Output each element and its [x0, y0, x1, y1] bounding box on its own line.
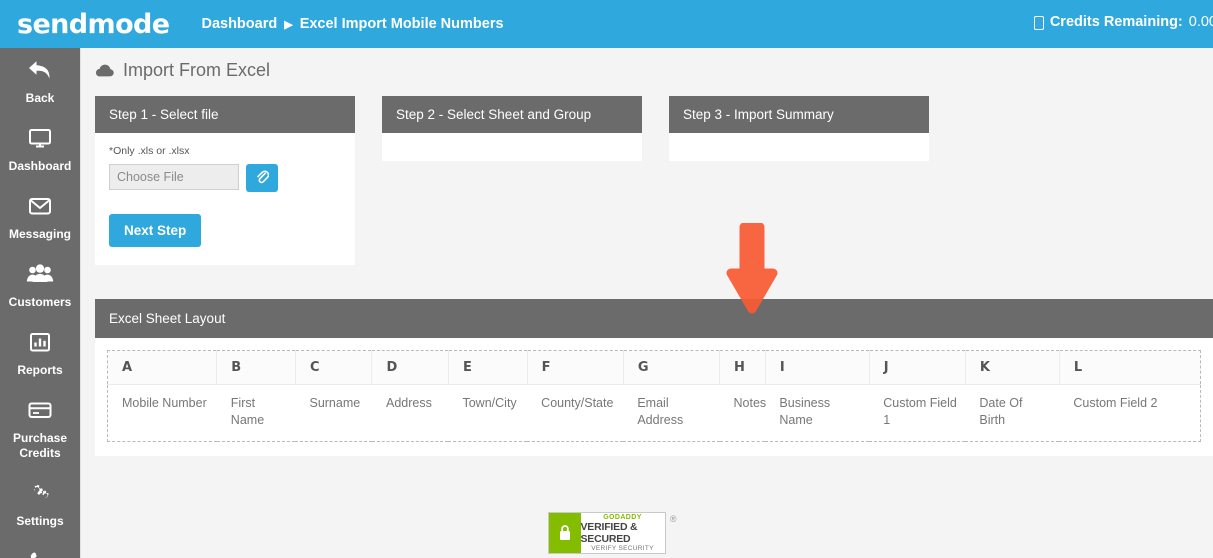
panel-step-1-body: *Only .xls or .xlsx Choose File Next Ste…	[95, 133, 355, 265]
file-type-hint: *Only .xls or .xlsx	[109, 145, 190, 157]
top-header-bar: sendmode Dashboard ▶ Excel Import Mobile…	[0, 0, 1213, 48]
choose-file-input[interactable]: Choose File	[109, 164, 239, 190]
sidebar-item-purchase-credits[interactable]: Purchase Credits	[0, 388, 80, 471]
footer: GODADDY VERIFIED & SECURED VERIFY SECURI…	[0, 512, 1213, 554]
panel-step-1: Step 1 - Select file *Only .xls or .xlsx…	[95, 96, 355, 265]
sidebar-item-label: Back	[25, 91, 55, 105]
page-title: Import From Excel	[81, 48, 1213, 81]
table-cell-field-d: Address	[371, 384, 449, 442]
table-column-header-i: I	[765, 350, 870, 385]
sidebar-item-back[interactable]: Back	[0, 48, 80, 116]
table-cell-field-c: Surname	[295, 384, 372, 442]
panel-step-3: Step 3 - Import Summary	[669, 96, 929, 265]
credits-remaining: Credits Remaining: 0.00	[1033, 14, 1213, 30]
table-row: Mobile Number First Name Surname Address Tow…	[107, 384, 1201, 442]
credit-card-icon	[2, 399, 78, 425]
panel-step-2: Step 2 - Select Sheet and Group	[382, 96, 642, 265]
table-cell-field-i: Business Name	[765, 384, 870, 442]
monitor-icon	[2, 127, 78, 153]
table-column-header-a: A	[107, 350, 218, 385]
sidebar-item-customers[interactable]: Customers	[0, 252, 80, 320]
breadcrumb-item-current: Excel Import Mobile Numbers	[299, 16, 504, 32]
sidebar-item-label: Reports	[17, 363, 63, 377]
table-cell-field-g: Email Address	[623, 384, 720, 442]
breadcrumb: Dashboard ▶ Excel Import Mobile Numbers	[201, 16, 503, 32]
gears-icon	[2, 482, 78, 508]
badge-line-2: VERIFIED & SECURED	[580, 521, 638, 545]
sidebar-item-reports[interactable]: Reports	[0, 320, 80, 388]
table-cell-field-j: Custom Field 1	[869, 384, 966, 442]
table-cell-field-k: Date Of Birth	[965, 384, 1060, 442]
credits-label: Credits Remaining:	[1049, 14, 1183, 30]
table-column-header-h: H	[719, 350, 766, 385]
attach-file-button[interactable]	[246, 164, 278, 192]
table-cell-field-h: Notes	[719, 384, 766, 442]
sidebar-item-label: Messaging	[8, 227, 71, 241]
table-cell-field-f: County/State	[527, 384, 624, 442]
breadcrumb-separator-icon: ▶	[284, 18, 293, 31]
table-column-header-g: G	[623, 350, 721, 385]
file-picker-row: Choose File	[109, 164, 341, 192]
excel-sheet-layout-body: ABCDEFGHIJKL Mobile Number First Name Surn…	[95, 338, 1213, 456]
sidebar-item-messaging[interactable]: Messaging	[0, 184, 80, 252]
excel-sheet-layout-title: Excel Sheet Layout	[95, 299, 1213, 338]
table-column-header-j: J	[869, 350, 966, 385]
brand-logo[interactable]: sendmode	[0, 9, 170, 40]
table-column-header-f: F	[527, 350, 624, 385]
back-arrow-icon	[2, 59, 78, 85]
badge-text: GODADDY VERIFIED & SECURED VERIFY SECURI…	[581, 513, 665, 553]
sidebar-item-label: Dashboard	[8, 159, 72, 173]
table-cell-field-a: Mobile Number	[107, 384, 217, 442]
app-root: sendmode Dashboard ▶ Excel Import Mobile…	[0, 0, 1213, 558]
table-column-header-d: D	[371, 350, 449, 385]
steps-row: Step 1 - Select file *Only .xls or .xlsx…	[81, 81, 1213, 265]
panel-step-1-title: Step 1 - Select file	[95, 96, 355, 133]
sidebar-item-dashboard[interactable]: Dashboard	[0, 116, 80, 184]
table-cell-field-e: Town/City	[448, 384, 528, 442]
bar-chart-icon	[2, 331, 78, 357]
next-step-button[interactable]: Next Step	[109, 214, 202, 247]
badge-line-3: VERIFY SECURITY	[591, 545, 654, 552]
panel-step-3-title: Step 3 - Import Summary	[669, 96, 929, 133]
registered-trademark-mark: ®	[669, 514, 677, 524]
envelope-icon	[2, 195, 78, 221]
panel-step-2-title: Step 2 - Select Sheet and Group	[382, 96, 642, 133]
users-icon	[2, 263, 78, 289]
badge-line-1: GODADDY	[603, 514, 642, 521]
cloud-upload-icon	[95, 63, 114, 78]
breadcrumb-item-dashboard[interactable]: Dashboard	[201, 16, 277, 32]
main-content: Import From Excel Step 1 - Select file *…	[81, 48, 1213, 558]
paperclip-icon	[255, 169, 270, 188]
tablet-icon	[1033, 16, 1044, 30]
excel-sheet-layout-panel: Excel Sheet Layout ABCDEFGHIJKL Mobile N…	[95, 299, 1213, 456]
table-column-header-l: L	[1059, 350, 1201, 385]
panel-step-3-body	[669, 133, 929, 161]
godaddy-security-badge[interactable]: GODADDY VERIFIED & SECURED VERIFY SECURI…	[547, 512, 677, 554]
credits-value: 0.00	[1188, 14, 1213, 30]
page-title-text: Import From Excel	[123, 60, 271, 80]
table-header-row: ABCDEFGHIJKL	[107, 350, 1201, 385]
sidebar-nav: Back Dashboard Messaging Customers Repor…	[0, 48, 81, 558]
panel-step-2-body	[382, 133, 642, 161]
table-column-header-c: C	[295, 350, 373, 385]
table-column-header-e: E	[448, 350, 528, 385]
table-cell-field-b: First Name	[216, 384, 296, 442]
excel-sheet-layout-table: ABCDEFGHIJKL Mobile Number First Name Surn…	[107, 350, 1201, 442]
table-column-header-b: B	[216, 350, 296, 385]
padlock-icon	[548, 513, 581, 553]
table-column-header-k: K	[965, 350, 1060, 385]
sidebar-item-label: Purchase Credits	[12, 431, 68, 460]
table-cell-field-l: Custom Field 2	[1059, 384, 1201, 442]
sidebar-item-label: Customers	[8, 295, 72, 309]
